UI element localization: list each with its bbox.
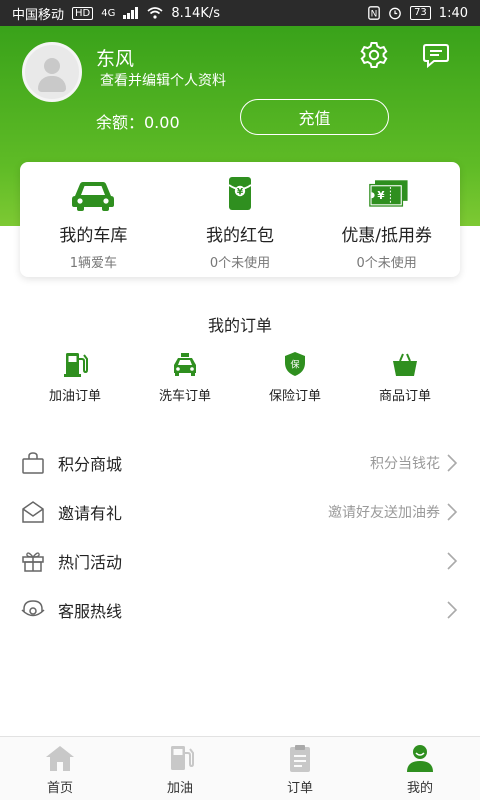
hot-events-item[interactable]: 热门活动 xyxy=(0,536,480,585)
hot-events-label: 热门活动 xyxy=(58,552,123,572)
invite-item[interactable]: 邀请有礼 邀请好友送加油券 xyxy=(0,487,480,536)
points-mall-label: 积分商城 xyxy=(58,454,123,474)
avatar[interactable] xyxy=(22,42,82,102)
assets-card: 我的车库 1辆爱车 ¥ 我的红包 0个未使用 ¥ 优惠/抵用券 0个未使用 xyxy=(20,162,460,277)
fuel-orders-button[interactable]: 加油订单 xyxy=(20,350,130,404)
recharge-button[interactable]: 充值 xyxy=(240,99,389,135)
tab-orders[interactable]: 订单 xyxy=(240,737,360,800)
network-label: 4G xyxy=(101,7,116,19)
svg-text:N: N xyxy=(371,10,378,20)
invite-label: 邀请有礼 xyxy=(58,503,123,523)
fuel-orders-label: 加油订单 xyxy=(48,389,101,404)
insurance-orders-button[interactable]: 保 保险订单 xyxy=(240,350,350,404)
balance-label: 余额：0.00 xyxy=(96,113,180,132)
nfc-icon: N xyxy=(368,6,380,20)
insurance-orders-label: 保险订单 xyxy=(268,389,321,404)
red-packet-icon: ¥ xyxy=(228,177,252,210)
wifi-icon xyxy=(147,7,163,19)
carrier-label: 中国移动 xyxy=(12,7,65,23)
status-bar: 中国移动 HD 4G 8.14K/s N 73 1:40 xyxy=(0,0,480,26)
red-packet-title: 我的红包 xyxy=(206,226,274,246)
avatar-head-shape xyxy=(44,58,60,74)
headset-icon xyxy=(21,599,45,616)
clock-label: 1:40 xyxy=(438,5,468,21)
tab-mine[interactable]: 我的 xyxy=(360,737,480,800)
tab-fuel-label: 加油 xyxy=(166,781,193,796)
points-mall-hint: 积分当钱花 xyxy=(370,455,440,472)
gift-icon xyxy=(22,551,44,572)
bottom-tab-bar: 首页 加油 订单 我的 xyxy=(0,736,480,800)
red-packet-count: 0个未使用 xyxy=(209,256,271,271)
battery-indicator: 73 xyxy=(410,6,431,20)
customer-service-item[interactable]: 客服热线 xyxy=(0,585,480,634)
clipboard-icon xyxy=(290,745,310,772)
menu-list: 积分商城 积分当钱花 邀请有礼 邀请好友送加油券 热门活动 客服热线 xyxy=(0,438,480,634)
invite-hint: 邀请好友送加油券 xyxy=(328,504,440,521)
tab-home-label: 首页 xyxy=(46,781,73,796)
chevron-right-icon xyxy=(447,453,458,472)
envelope-icon xyxy=(22,500,44,523)
goods-orders-label: 商品订单 xyxy=(378,389,431,404)
car-wash-orders-button[interactable]: 洗车订单 xyxy=(130,350,240,404)
tab-orders-label: 订单 xyxy=(286,781,313,796)
fuel-pump-icon xyxy=(64,353,88,377)
coupon-title: 优惠/抵用券 xyxy=(341,226,433,246)
bag-icon xyxy=(22,451,44,474)
chevron-right-icon xyxy=(447,551,458,570)
coupon-count: 0个未使用 xyxy=(356,256,417,271)
insurance-shield-icon: 保 xyxy=(285,352,305,376)
username[interactable]: 东风 xyxy=(96,44,134,71)
shopping-basket-icon xyxy=(393,353,417,376)
avatar-body-shape xyxy=(38,76,66,92)
garage-count: 1辆爱车 xyxy=(69,256,117,271)
coupon-entry[interactable]: ¥ 优惠/抵用券 0个未使用 xyxy=(313,162,460,277)
coupon-icon: ¥ xyxy=(368,180,408,207)
home-icon xyxy=(46,746,74,771)
gear-icon[interactable] xyxy=(359,40,389,70)
tab-home[interactable]: 首页 xyxy=(0,737,120,800)
svg-text:¥: ¥ xyxy=(237,188,244,198)
customer-service-label: 客服热线 xyxy=(58,601,123,621)
svg-text:¥: ¥ xyxy=(377,190,385,202)
hd-indicator: HD xyxy=(72,6,94,20)
user-icon xyxy=(407,745,433,772)
tab-fuel[interactable]: 加油 xyxy=(120,737,240,800)
points-mall-item[interactable]: 积分商城 积分当钱花 xyxy=(0,438,480,487)
chevron-right-icon xyxy=(447,502,458,521)
alarm-icon xyxy=(389,7,401,20)
taxi-icon xyxy=(174,353,196,376)
fuel-pump-icon xyxy=(171,746,194,770)
garage-entry[interactable]: 我的车库 1辆爱车 xyxy=(20,162,167,277)
goods-orders-button[interactable]: 商品订单 xyxy=(350,350,460,404)
car-icon xyxy=(72,182,115,211)
chat-bubble-icon[interactable] xyxy=(421,40,451,70)
speed-label: 8.14K/s xyxy=(171,5,220,21)
orders-section-title: 我的订单 xyxy=(207,316,272,335)
chevron-right-icon xyxy=(447,600,458,619)
signal-icon xyxy=(123,7,139,19)
svg-text:保: 保 xyxy=(290,359,299,371)
car-wash-orders-label: 洗车订单 xyxy=(158,389,211,404)
red-packet-entry[interactable]: ¥ 我的红包 0个未使用 xyxy=(167,162,314,277)
orders-shortcuts: 加油订单 洗车订单 保 保险订单 商品订单 xyxy=(20,350,460,404)
tab-mine-label: 我的 xyxy=(406,781,433,796)
edit-profile-link[interactable]: 查看并编辑个人资料 xyxy=(100,70,226,90)
garage-title: 我的车库 xyxy=(59,226,128,246)
